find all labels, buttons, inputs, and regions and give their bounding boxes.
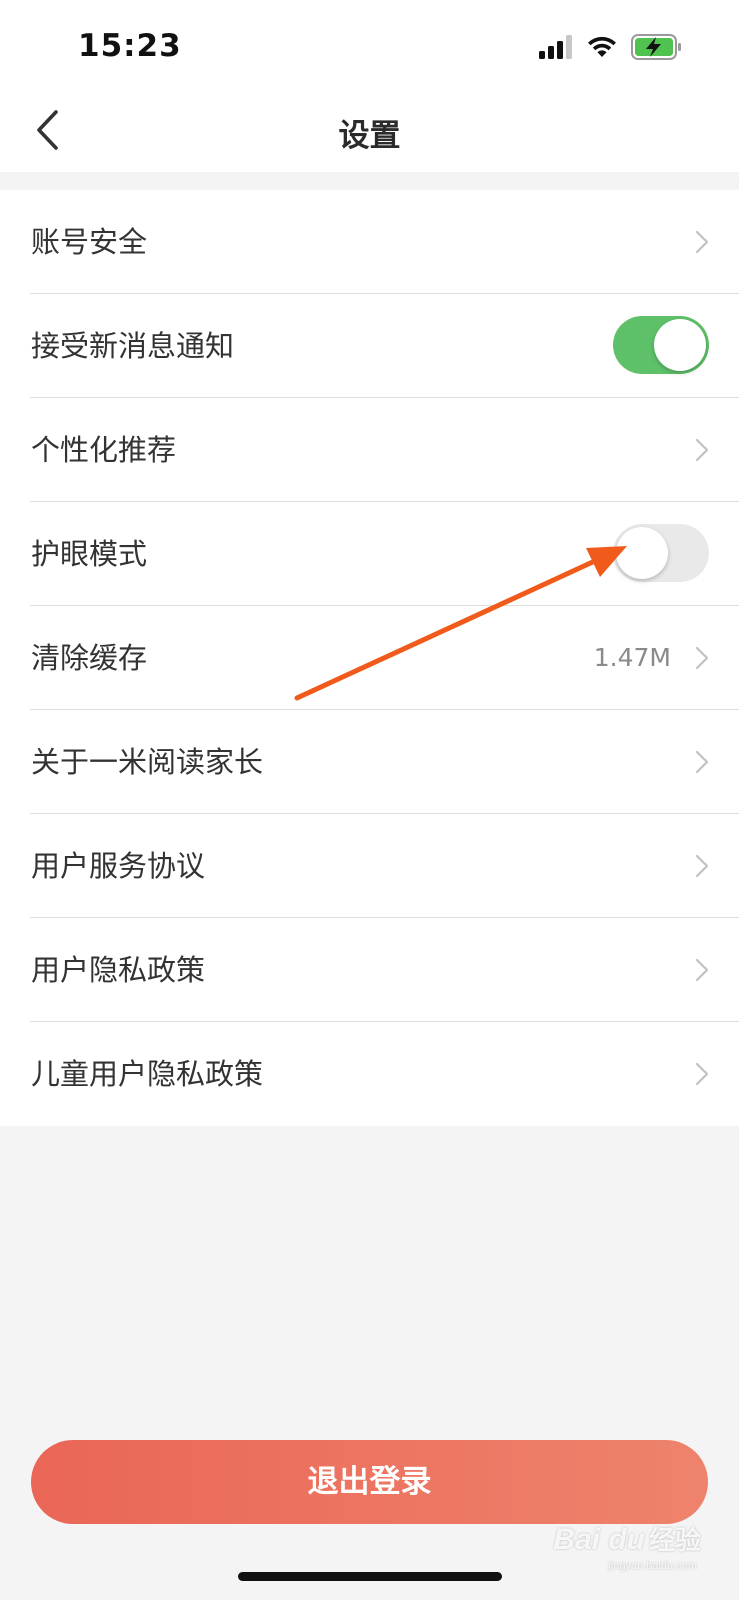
baidu-jingyan-watermark: Bai du 经验 bbox=[553, 1520, 701, 1557]
settings-item-user-privacy-policy[interactable]: 用户隐私政策 bbox=[0, 918, 739, 1022]
settings-screen: 15:23 设置 账号安全 接受新消息通知 个性化推荐 护眼模式 清除缓存 1.… bbox=[0, 0, 739, 1600]
settings-item-label: 用户服务协议 bbox=[31, 849, 206, 883]
settings-item-label: 用户隐私政策 bbox=[31, 953, 206, 987]
chevron-right-icon bbox=[695, 1062, 709, 1086]
notifications-toggle[interactable] bbox=[613, 316, 709, 374]
chevron-right-icon bbox=[695, 958, 709, 982]
chevron-right-icon bbox=[695, 230, 709, 254]
settings-item-label: 护眼模式 bbox=[31, 537, 148, 571]
home-indicator[interactable] bbox=[238, 1572, 502, 1581]
toggle-knob bbox=[654, 319, 706, 371]
settings-item-label: 接受新消息通知 bbox=[31, 329, 235, 363]
settings-item-eye-protection-mode: 护眼模式 bbox=[0, 502, 739, 606]
settings-item-label: 个性化推荐 bbox=[31, 433, 177, 467]
chevron-right-icon bbox=[695, 854, 709, 878]
status-bar: 15:23 bbox=[0, 0, 739, 92]
settings-item-user-service-agreement[interactable]: 用户服务协议 bbox=[0, 814, 739, 918]
settings-item-label: 关于一米阅读家长 bbox=[31, 745, 264, 779]
page-title: 设置 bbox=[338, 118, 401, 154]
settings-item-label: 儿童用户隐私政策 bbox=[31, 1057, 264, 1091]
chevron-right-icon bbox=[695, 438, 709, 462]
cache-size-value: 1.47M bbox=[593, 643, 671, 672]
watermark-url: jingyan.baidu.com bbox=[608, 1560, 697, 1572]
status-icons bbox=[539, 34, 683, 64]
settings-item-label: 账号安全 bbox=[31, 225, 148, 259]
settings-item-account-security[interactable]: 账号安全 bbox=[0, 190, 739, 294]
settings-item-child-privacy-policy[interactable]: 儿童用户隐私政策 bbox=[0, 1022, 739, 1126]
battery-charging-icon bbox=[631, 34, 683, 64]
chevron-right-icon bbox=[695, 750, 709, 774]
wifi-icon bbox=[587, 35, 617, 63]
settings-item-personalized-recommendation[interactable]: 个性化推荐 bbox=[0, 398, 739, 502]
baidu-logo-icon: Bai du bbox=[553, 1523, 645, 1556]
watermark-text: 经验 bbox=[648, 1525, 701, 1555]
toggle-knob bbox=[616, 527, 668, 579]
settings-item-about[interactable]: 关于一米阅读家长 bbox=[0, 710, 739, 814]
chevron-right-icon bbox=[695, 646, 709, 670]
eye-protection-toggle[interactable] bbox=[613, 524, 709, 582]
status-time: 15:23 bbox=[78, 28, 182, 64]
settings-item-new-message-notifications: 接受新消息通知 bbox=[0, 294, 739, 398]
cellular-signal-icon bbox=[539, 35, 573, 63]
navigation-bar: 设置 bbox=[0, 92, 739, 172]
settings-item-label: 清除缓存 bbox=[31, 641, 148, 675]
logout-button[interactable]: 退出登录 bbox=[31, 1440, 708, 1524]
settings-item-clear-cache[interactable]: 清除缓存 1.47M bbox=[0, 606, 739, 710]
settings-list: 账号安全 接受新消息通知 个性化推荐 护眼模式 清除缓存 1.47M 关于一米阅… bbox=[0, 190, 739, 1126]
